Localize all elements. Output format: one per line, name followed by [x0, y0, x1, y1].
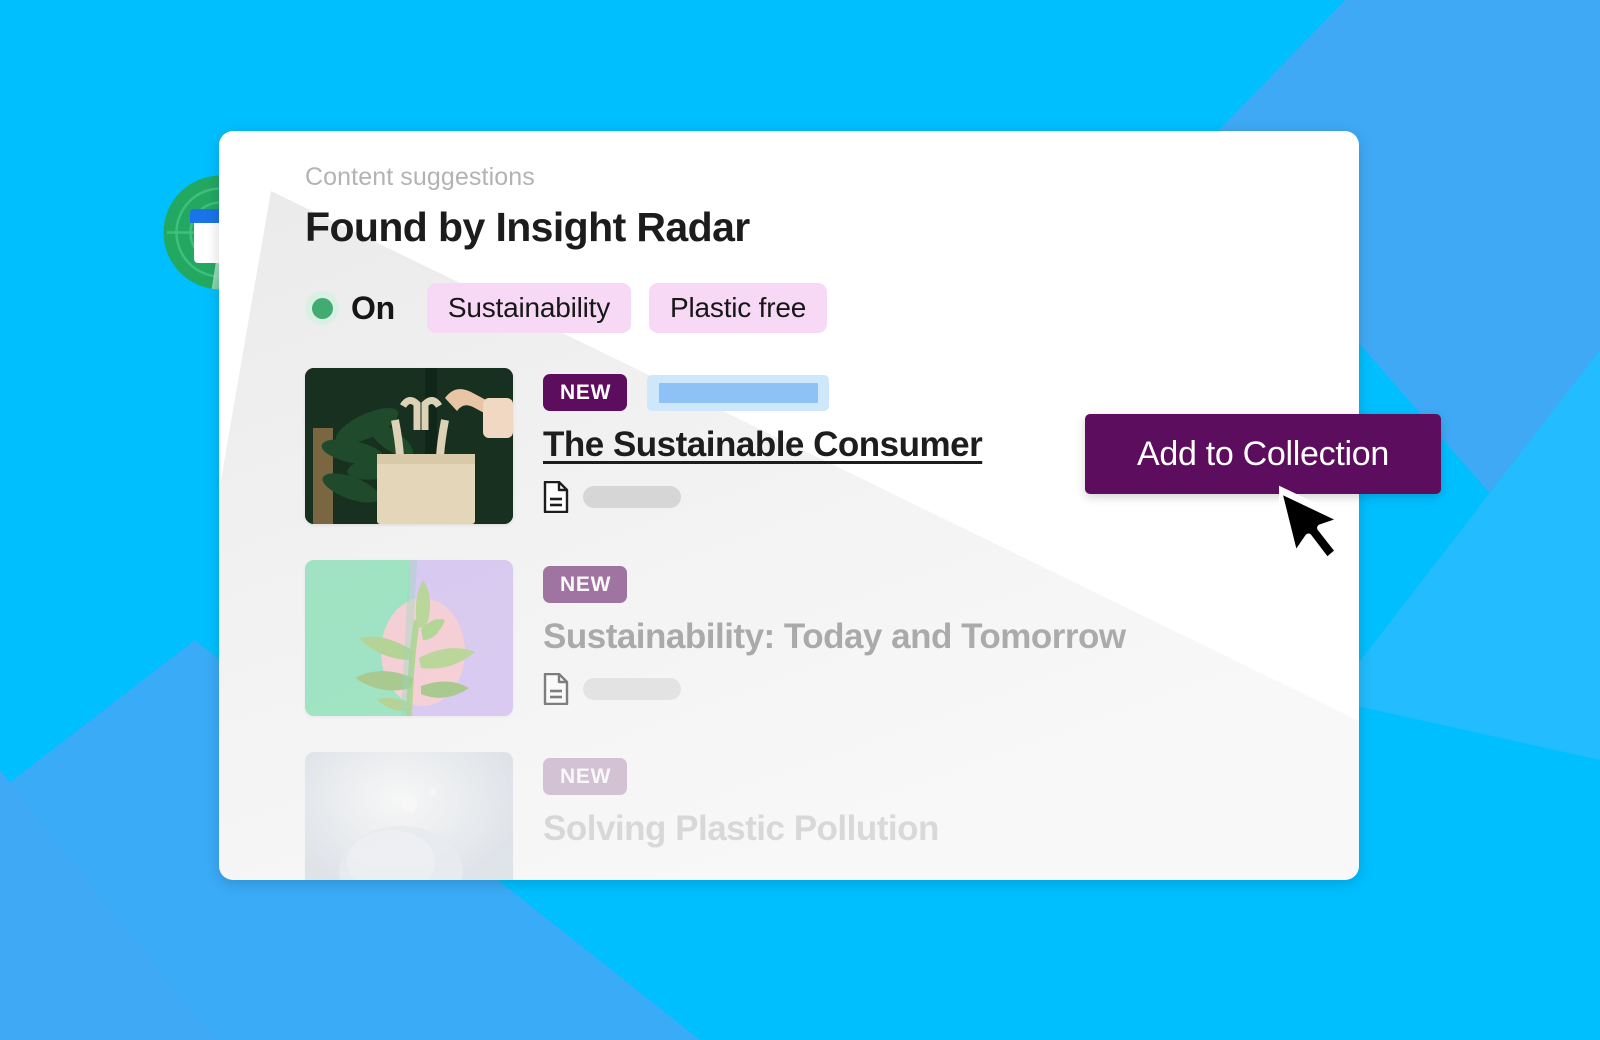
list-item-body: NEW Sustainability: Today and Tomorrow	[543, 560, 1315, 706]
status-badge: NEW	[543, 758, 628, 795]
list-item-body: NEW Solving Plastic Pollution	[543, 752, 1315, 849]
list-item-title[interactable]: Solving Plastic Pollution	[543, 809, 1315, 849]
thumbnail-tote-bag	[305, 368, 513, 524]
skeleton-placeholder-grey	[583, 678, 681, 701]
badge-row: NEW	[543, 758, 1315, 795]
document-icon	[543, 673, 569, 706]
status-badge: NEW	[543, 566, 628, 603]
skeleton-placeholder-grey	[583, 486, 681, 509]
skeleton-placeholder-blue	[647, 374, 830, 411]
list-item[interactable]: NEW Sustainability: Today and Tomorrow	[305, 560, 1315, 716]
status-badge: NEW	[543, 374, 628, 411]
thumbnail-plant-illustration	[305, 560, 513, 716]
thumbnail-plastic-water	[305, 752, 513, 880]
card-eyebrow: Content suggestions	[305, 163, 535, 191]
list-item[interactable]: NEW Solving Plastic Pollution	[305, 752, 1315, 880]
filter-chip-plastic-free[interactable]: Plastic free	[649, 283, 828, 333]
status-indicator-on[interactable]	[305, 291, 339, 325]
list-item-title[interactable]: Sustainability: Today and Tomorrow	[543, 617, 1315, 657]
badge-row: NEW	[543, 374, 1315, 411]
insight-radar-card: Content suggestions Found by Insight Rad…	[219, 131, 1359, 880]
filter-row: On Sustainability Plastic free	[305, 283, 845, 333]
add-to-collection-button[interactable]: Add to Collection	[1085, 414, 1441, 494]
document-icon	[543, 481, 569, 514]
page-title: Found by Insight Radar	[305, 204, 750, 250]
filter-chip-sustainability[interactable]: Sustainability	[426, 283, 632, 333]
status-label: On	[351, 289, 395, 326]
badge-row: NEW	[543, 566, 1315, 603]
meta-row	[543, 673, 1315, 706]
